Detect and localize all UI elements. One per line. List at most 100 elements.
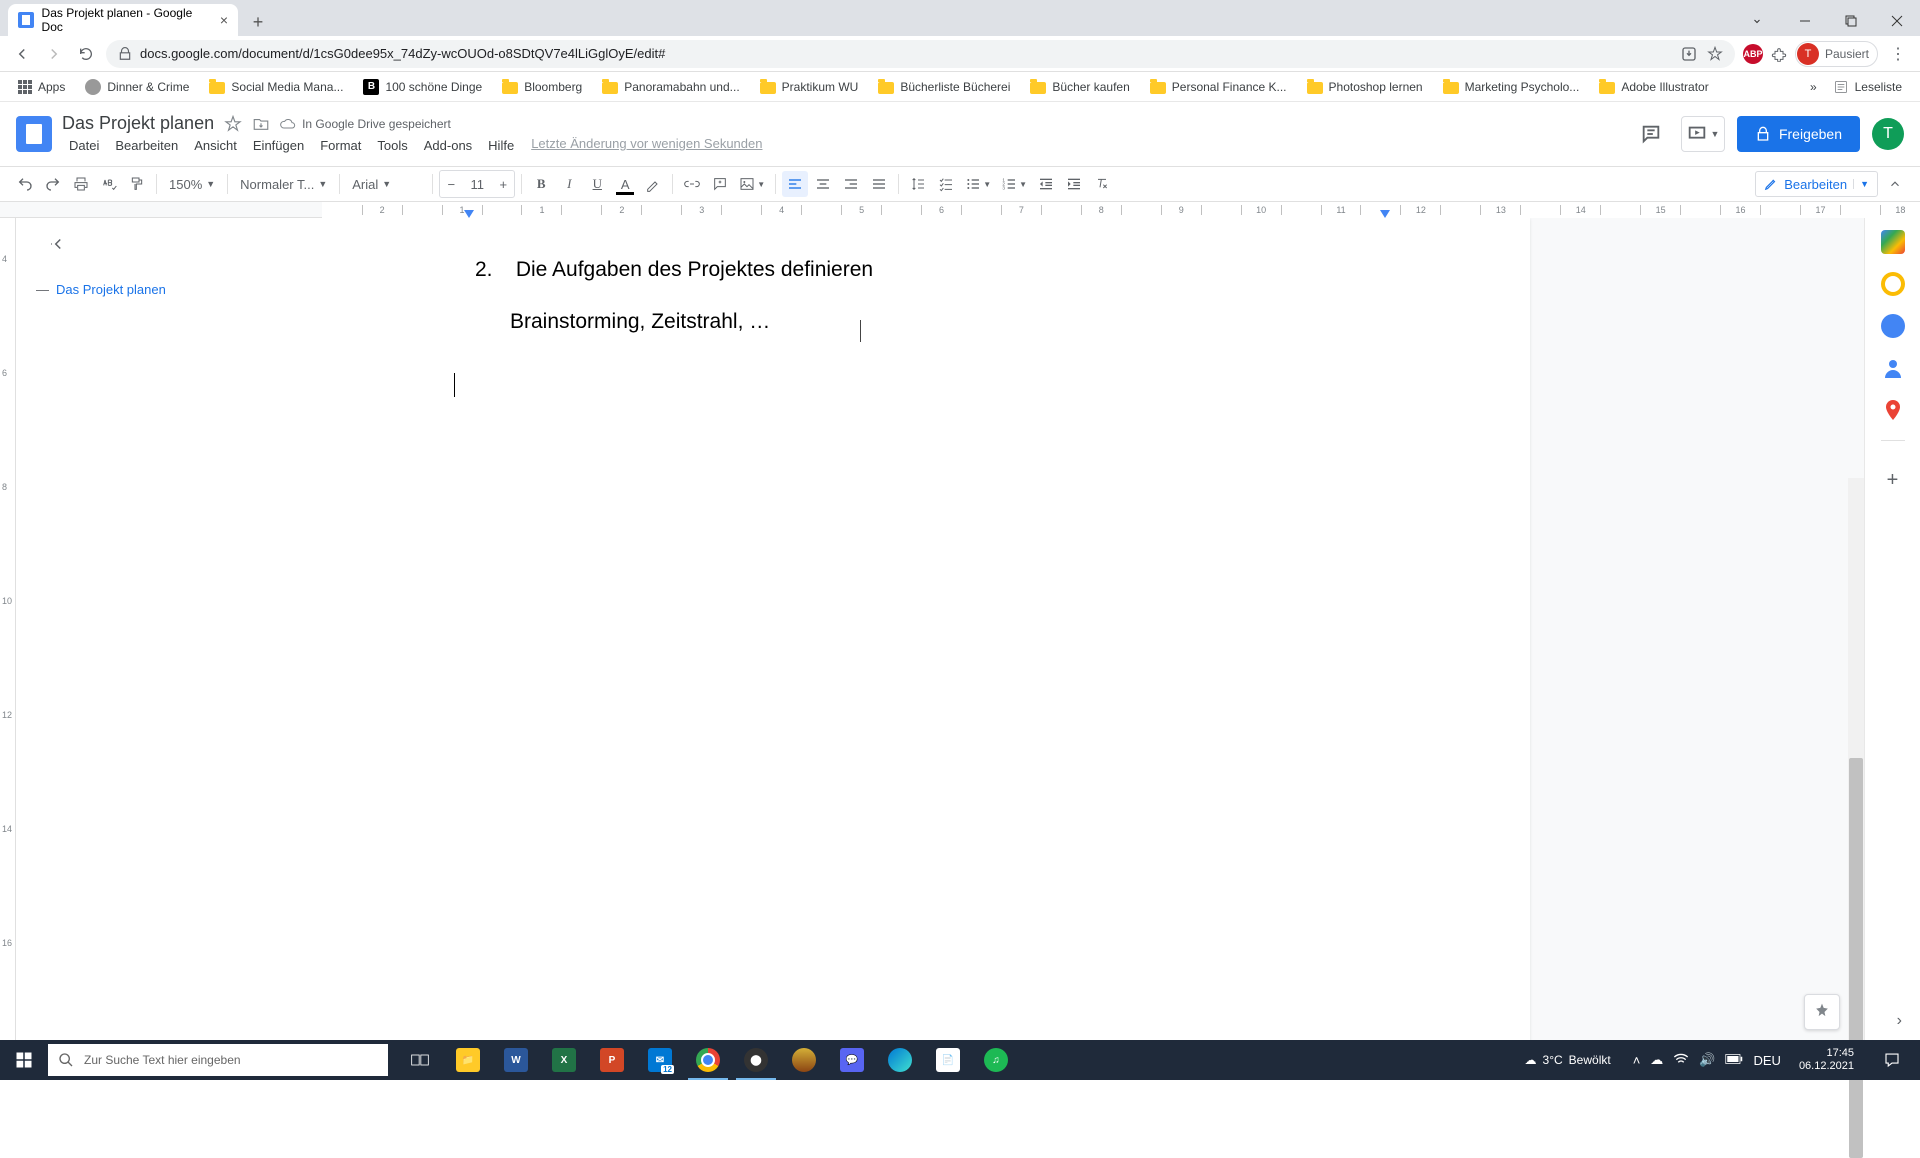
align-center-button[interactable] — [810, 171, 836, 197]
menu-tools[interactable]: Tools — [370, 136, 414, 155]
present-button[interactable]: ▼ — [1681, 116, 1725, 152]
tab-close-button[interactable]: × — [220, 12, 228, 28]
menu-hilfe[interactable]: Hilfe — [481, 136, 521, 155]
vertical-ruler[interactable]: 4 6 8 10 12 14 16 18 — [0, 218, 16, 1080]
vertical-scrollbar[interactable] — [1848, 478, 1864, 1040]
align-right-button[interactable] — [838, 171, 864, 197]
nav-back-button[interactable] — [10, 42, 34, 66]
numbered-list-button[interactable]: 123▼ — [997, 171, 1031, 197]
undo-button[interactable] — [12, 171, 38, 197]
print-button[interactable] — [68, 171, 94, 197]
bullet-list-button[interactable]: ▼ — [961, 171, 995, 197]
spellcheck-button[interactable] — [96, 171, 122, 197]
bookmark-item[interactable]: Bücher kaufen — [1022, 76, 1137, 98]
font-selector[interactable]: Arial▼ — [346, 171, 426, 197]
outline-heading-item[interactable]: Das Projekt planen — [36, 278, 300, 301]
style-selector[interactable]: Normaler T...▼ — [234, 171, 333, 197]
bookmark-item[interactable]: Panoramabahn und... — [594, 76, 747, 98]
bookmark-item[interactable]: Social Media Mana... — [201, 76, 351, 98]
explore-button[interactable] — [1804, 994, 1840, 1030]
taskbar-app2[interactable]: 💬 — [828, 1040, 876, 1080]
align-left-button[interactable] — [782, 171, 808, 197]
nav-reload-button[interactable] — [74, 42, 98, 66]
font-size-value[interactable]: 11 — [462, 177, 492, 192]
insert-link-button[interactable] — [679, 171, 705, 197]
taskbar-mail[interactable]: ✉12 — [636, 1040, 684, 1080]
bookmark-item[interactable]: Bücherliste Bücherei — [870, 76, 1018, 98]
indent-marker-left[interactable] — [464, 210, 474, 218]
task-view-button[interactable] — [396, 1040, 444, 1080]
underline-button[interactable]: U — [584, 171, 610, 197]
menu-ansicht[interactable]: Ansicht — [187, 136, 244, 155]
bookmark-item[interactable]: Dinner & Crime — [77, 75, 197, 99]
bookmarks-overflow-button[interactable]: » — [1810, 80, 1817, 94]
contacts-sidebar-icon[interactable] — [1881, 356, 1905, 380]
taskbar-weather[interactable]: ☁ 3°C Bewölkt — [1513, 1053, 1623, 1067]
bookmark-item[interactable]: Marketing Psycholo... — [1435, 76, 1588, 98]
add-sidebar-button[interactable]: + — [1887, 469, 1899, 492]
install-icon[interactable] — [1681, 46, 1697, 62]
address-bar[interactable]: docs.google.com/document/d/1csG0dee95x_7… — [106, 40, 1735, 68]
taskbar-excel[interactable]: X — [540, 1040, 588, 1080]
taskbar-search[interactable]: Zur Suche Text hier eingeben — [48, 1044, 388, 1076]
taskbar-edge[interactable] — [876, 1040, 924, 1080]
chrome-menu-button[interactable]: ⋮ — [1886, 42, 1910, 66]
profile-button[interactable]: T Pausiert — [1795, 41, 1878, 67]
menu-bearbeiten[interactable]: Bearbeiten — [108, 136, 185, 155]
chrome-chevron-icon[interactable] — [1734, 6, 1780, 36]
bookmark-item[interactable]: Photoshop lernen — [1299, 76, 1431, 98]
document-canvas[interactable]: 2. Die Aufgaben des Projektes definieren… — [320, 218, 1864, 1080]
tasks-sidebar-icon[interactable] — [1881, 314, 1905, 338]
hide-side-panel-button[interactable]: › — [1897, 1012, 1902, 1030]
indent-decrease-button[interactable] — [1033, 171, 1059, 197]
zoom-selector[interactable]: 150%▼ — [163, 171, 221, 197]
browser-tab[interactable]: Das Projekt planen - Google Doc × — [8, 4, 238, 36]
window-maximize-button[interactable] — [1828, 6, 1874, 36]
collapse-toolbar-button[interactable] — [1882, 171, 1908, 197]
taskbar-powerpoint[interactable]: P — [588, 1040, 636, 1080]
move-icon[interactable] — [252, 115, 270, 133]
menu-addons[interactable]: Add-ons — [417, 136, 479, 155]
onedrive-icon[interactable]: ☁ — [1650, 1052, 1663, 1068]
keep-sidebar-icon[interactable] — [1881, 272, 1905, 296]
taskbar-clock[interactable]: 17:45 06.12.2021 — [1791, 1047, 1862, 1073]
editing-mode-selector[interactable]: Bearbeiten ▼ — [1755, 171, 1878, 197]
bookmark-star-icon[interactable] — [1707, 46, 1723, 62]
highlight-button[interactable] — [640, 171, 666, 197]
bookmark-item[interactable]: Bloomberg — [494, 76, 590, 98]
action-center-button[interactable] — [1872, 1051, 1912, 1069]
start-button[interactable] — [0, 1040, 48, 1080]
document-page[interactable]: 2. Die Aufgaben des Projektes definieren… — [320, 218, 1530, 1080]
insert-image-button[interactable]: ▼ — [735, 171, 769, 197]
star-icon[interactable] — [224, 115, 242, 133]
docs-logo-icon[interactable] — [16, 116, 52, 152]
checklist-button[interactable] — [933, 171, 959, 197]
taskbar-spotify[interactable]: ♫ — [972, 1040, 1020, 1080]
comments-button[interactable] — [1633, 116, 1669, 152]
align-justify-button[interactable] — [866, 171, 892, 197]
taskbar-app1[interactable] — [780, 1040, 828, 1080]
bold-button[interactable]: B — [528, 171, 554, 197]
calendar-sidebar-icon[interactable] — [1881, 230, 1905, 254]
share-button[interactable]: Freigeben — [1737, 116, 1860, 152]
outline-back-button[interactable] — [44, 230, 72, 258]
redo-button[interactable] — [40, 171, 66, 197]
font-size-increase[interactable]: + — [492, 171, 514, 197]
line-spacing-button[interactable] — [905, 171, 931, 197]
bookmark-item[interactable]: Adobe Illustrator — [1591, 76, 1716, 98]
italic-button[interactable]: I — [556, 171, 582, 197]
maps-sidebar-icon[interactable] — [1881, 398, 1905, 422]
last-edit-link[interactable]: Letzte Änderung vor wenigen Sekunden — [531, 136, 762, 155]
account-avatar[interactable]: T — [1872, 118, 1904, 150]
extensions-icon[interactable] — [1771, 46, 1787, 62]
system-tray[interactable]: ˄ ☁ 🔊 DEU — [1633, 1051, 1781, 1070]
clear-formatting-button[interactable] — [1089, 171, 1115, 197]
insert-comment-button[interactable] — [707, 171, 733, 197]
window-close-button[interactable] — [1874, 6, 1920, 36]
taskbar-notepad[interactable]: 📄 — [924, 1040, 972, 1080]
taskbar-word[interactable]: W — [492, 1040, 540, 1080]
indent-increase-button[interactable] — [1061, 171, 1087, 197]
taskbar-obs[interactable]: ⬤ — [732, 1040, 780, 1080]
menu-einfuegen[interactable]: Einfügen — [246, 136, 311, 155]
wifi-icon[interactable] — [1673, 1051, 1689, 1070]
